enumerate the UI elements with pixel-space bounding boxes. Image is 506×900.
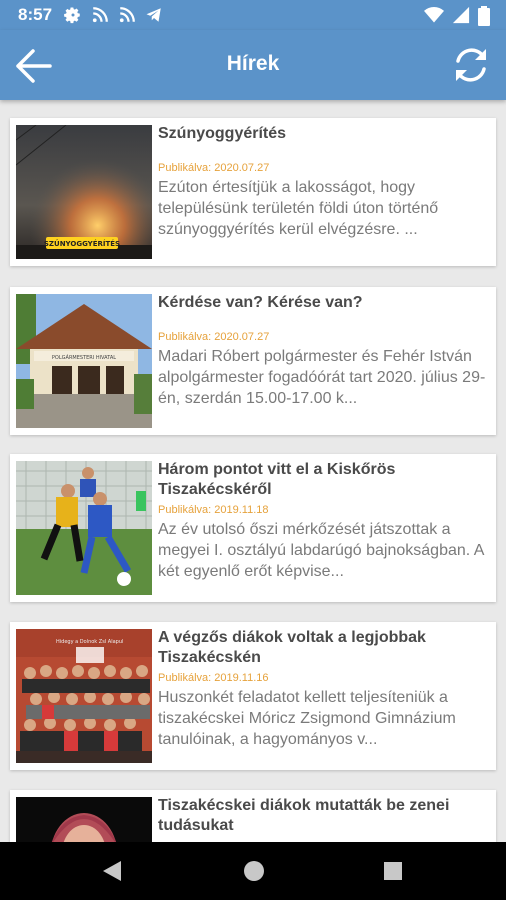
news-thumbnail: SZÚNYOGGYÉRÍTÉS bbox=[16, 125, 152, 259]
news-thumbnail bbox=[16, 797, 152, 842]
news-thumbnail: Hidegy a Dolnok Zsl Alapul bbox=[16, 629, 152, 763]
sign-text: SZÚNYOGGYÉRÍTÉS bbox=[44, 239, 120, 248]
status-time: 8:57 bbox=[18, 5, 53, 24]
signal-icon bbox=[452, 6, 470, 24]
telegram-icon bbox=[146, 8, 161, 22]
rss-icon bbox=[92, 7, 108, 23]
news-date: Publikálva: 2020.07.27 bbox=[158, 162, 270, 174]
battery-icon bbox=[478, 6, 490, 26]
gear-icon bbox=[64, 7, 80, 24]
nav-recents-button[interactable] bbox=[383, 861, 403, 881]
news-title: Három pontot vitt el a Kiskőrös Tiszakéc… bbox=[158, 461, 396, 498]
nav-home-button[interactable] bbox=[243, 860, 265, 882]
news-card[interactable]: Három pontot vitt el a Kiskőrös Tiszakéc… bbox=[10, 454, 496, 602]
wifi-icon bbox=[424, 7, 444, 23]
news-card[interactable]: Tiszakécskei diákok mutatták be zenei tu… bbox=[10, 790, 496, 842]
rss-icon bbox=[119, 7, 135, 23]
sign-text: Hidegy a Dolnok Zsl Alapul bbox=[56, 639, 123, 645]
news-excerpt: Huszonkét feladatot kellett teljesíteniü… bbox=[158, 689, 456, 748]
news-excerpt: Ezúton értesítjük a lakosságot, hogy tel… bbox=[158, 179, 439, 238]
news-date: Publikálva: 2019.11.16 bbox=[158, 672, 269, 684]
status-bar: 8:57 bbox=[0, 0, 506, 30]
news-title: Kérdése van? Kérése van? bbox=[158, 294, 363, 311]
news-thumbnail: POLGÁRMESTERI HIVATAL bbox=[16, 294, 152, 428]
refresh-button[interactable] bbox=[450, 44, 492, 86]
system-nav-bar bbox=[0, 842, 506, 900]
news-thumbnail bbox=[16, 461, 152, 595]
news-excerpt: Az év utolsó őszi mérkőzését játszottak … bbox=[158, 521, 484, 580]
page-title: Hírek bbox=[226, 52, 280, 75]
refresh-icon bbox=[456, 48, 486, 82]
app-bar: Hírek bbox=[0, 30, 506, 100]
news-date: Publikálva: 2020.07.27 bbox=[158, 331, 270, 343]
sign-text: POLGÁRMESTERI HIVATAL bbox=[52, 354, 116, 361]
news-card[interactable]: SZÚNYOGGYÉRÍTÉS Szúnyoggyérítés Publikál… bbox=[10, 118, 496, 266]
news-title: Szúnyoggyérítés bbox=[158, 125, 287, 142]
news-excerpt: Madari Róbert polgármester és Fehér Istv… bbox=[158, 348, 486, 407]
nav-back-button[interactable] bbox=[101, 859, 123, 883]
news-card[interactable]: Hidegy a Dolnok Zsl Alapul A végzős diák… bbox=[10, 622, 496, 770]
news-title: A végzős diákok voltak a legjobbak Tisza… bbox=[158, 629, 426, 666]
news-date: Publikálva: 2019.11.18 bbox=[158, 504, 269, 516]
news-title: Tiszakécskei diákok mutatták be zenei tu… bbox=[158, 797, 450, 834]
news-card[interactable]: POLGÁRMESTERI HIVATAL Kérdése van? Kérés… bbox=[10, 287, 496, 435]
news-list[interactable]: SZÚNYOGGYÉRÍTÉS Szúnyoggyérítés Publikál… bbox=[0, 100, 506, 842]
